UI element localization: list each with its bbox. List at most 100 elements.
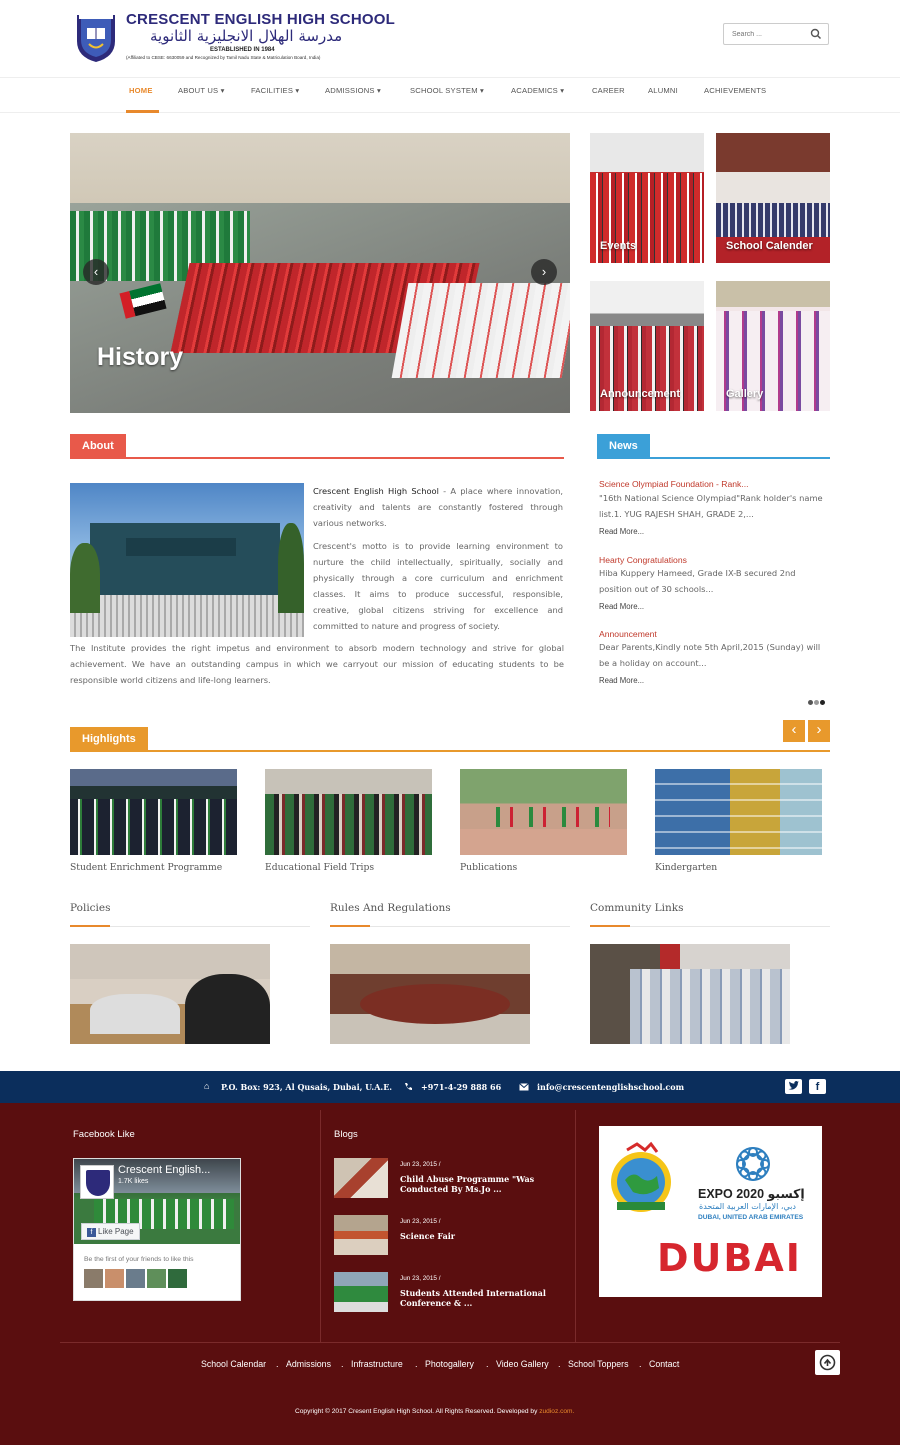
expo-subtitle: DUBAI, UNITED ARAB EMIRATES [698,1214,804,1221]
facebook-page-name[interactable]: Crescent English... [118,1164,210,1176]
footer-hr [60,1342,840,1343]
school-building-photo [70,483,304,637]
friend-avatar [84,1269,103,1288]
policies-title[interactable]: Policies [70,902,111,914]
policies-accent [70,925,110,927]
school-crest-logo[interactable] [73,11,119,63]
news-pager-dot[interactable] [814,700,819,705]
footer-separator: . [486,1359,489,1369]
expo-2020-banner[interactable]: EXPO 2020 إكسبو دبي، الإمارات العربية ال… [599,1126,822,1297]
school-name-english: CRESCENT ENGLISH HIGH SCHOOL [126,11,395,28]
nav-home[interactable]: HOME [129,86,153,95]
facebook-page-widget[interactable]: Crescent English... 1.7K likes f Like Pag… [73,1158,241,1301]
community-links-title[interactable]: Community Links [590,902,684,914]
dubai-wordmark: DUBAI [657,1236,802,1280]
search-icon[interactable] [810,28,822,40]
caret-down-icon: ▾ [477,86,485,95]
footer-link-infrastructure[interactable]: Infrastructure [351,1359,403,1369]
expo-subtitle-ar: دبي، الإمارات العربية المتحدة [699,1202,796,1211]
footer-link-contact[interactable]: Contact [649,1359,679,1369]
slider-prev-arrow[interactable]: ‹ [83,259,109,285]
news-tab: News [597,434,650,459]
highlight-caption[interactable]: Educational Field Trips [265,862,374,873]
read-more-link[interactable]: Read More... [599,527,644,536]
building-facade [90,523,280,603]
highlight-image-enrichment[interactable] [70,769,237,855]
highlight-image-field-trips[interactable] [265,769,432,855]
highlights-next-button[interactable]: › [808,720,830,742]
facebook-like-page-button[interactable]: f Like Page [81,1223,140,1240]
highlights-prev-button[interactable]: ‹ [783,720,805,742]
nav-career[interactable]: CAREER [592,86,625,95]
slider-caption: History [97,343,184,371]
about-intro: Crescent English High School - A place w… [313,483,563,531]
nav-about-us[interactable]: ABOUT US ▾ [178,86,225,95]
blog-thumbnail[interactable] [334,1158,388,1198]
tile-caption: Events [600,240,637,252]
tile-gallery[interactable]: Gallery [716,281,830,411]
blog-title[interactable]: Child Abuse Programme "Was Conducted By … [400,1174,565,1194]
rules-title[interactable]: Rules And Regulations [330,902,451,914]
nav-academics[interactable]: ACADEMICS ▾ [511,86,564,95]
building-fence [70,595,304,637]
arrow-up-circle-icon [819,1354,836,1371]
blog-thumbnail[interactable] [334,1272,388,1312]
blog-thumbnail[interactable] [334,1215,388,1255]
about-divider [70,457,564,459]
friend-avatar [105,1269,124,1288]
highlight-image-kindergarten[interactable] [655,769,822,855]
footer-link-admissions[interactable]: Admissions [286,1359,331,1369]
news-title-1[interactable]: Science Olympiad Foundation - Rank... [599,479,749,489]
nav-facilities[interactable]: FACILITIES ▾ [251,86,299,95]
friend-avatar [147,1269,166,1288]
read-more-link[interactable]: Read More... [599,602,644,611]
footer-link-photogallery[interactable]: Photogallery [425,1359,474,1369]
read-more-link[interactable]: Read More... [599,676,644,685]
news-title-3[interactable]: Announcement [599,629,657,639]
building-tree-left [70,543,100,613]
highlights-tab: Highlights [70,727,148,752]
nav-admissions[interactable]: ADMISSIONS ▾ [325,86,381,95]
footer-link-school-calendar[interactable]: School Calendar [201,1359,266,1369]
community-image[interactable] [590,944,790,1044]
highlight-image-publications[interactable] [460,769,627,855]
highlight-image-detail [70,799,237,855]
highlight-caption[interactable]: Publications [460,862,517,873]
footer-link-video-gallery[interactable]: Video Gallery [496,1359,549,1369]
blog-title[interactable]: Students Attended International Conferen… [400,1288,565,1308]
policies-image-detail [90,994,180,1034]
news-text-3: Dear Parents,Kindly note 5th April,2015 … [599,642,821,668]
tile-announcement[interactable]: Announcement [590,281,704,411]
tile-caption: Gallery [726,388,764,400]
news-pager-dot[interactable] [820,700,825,705]
contact-phone[interactable]: +971-4-29 888 66 [421,1082,501,1092]
twitter-icon[interactable] [785,1079,802,1094]
blog-title[interactable]: Science Fair [400,1231,565,1241]
news-pager-dot[interactable] [808,700,813,705]
caret-down-icon: ▾ [293,86,300,95]
blogs-heading: Blogs [334,1129,358,1140]
hero-slider[interactable]: ‹ › History [70,133,570,413]
tile-school-calender[interactable]: School Calender [716,133,830,263]
scroll-to-top-button[interactable] [815,1350,840,1375]
policies-image[interactable] [70,944,270,1044]
slider-next-arrow[interactable]: › [531,259,557,285]
tile-events[interactable]: Events [590,133,704,263]
nav-achievements[interactable]: ACHIEVEMENTS [704,86,766,95]
facebook-icon[interactable]: f [809,1079,826,1094]
community-accent [590,925,630,927]
news-text-2: Hiba Kuppery Hameed, Grade IX-B secured … [599,568,796,594]
blog-date: Jun 23, 2015 / [400,1161,441,1168]
news-title-2[interactable]: Hearty Congratulations [599,555,687,565]
highlight-caption[interactable]: Kindergarten [655,862,717,873]
footer-link-school-toppers[interactable]: School Toppers [568,1359,628,1369]
nav-school-system[interactable]: SCHOOL SYSTEM ▾ [410,86,484,95]
highlight-caption[interactable]: Student Enrichment Programme [70,862,222,873]
nav-alumni[interactable]: ALUMNI [648,86,678,95]
news-text-1: "16th National Science Olympiad"Rank hol… [599,493,823,519]
contact-email[interactable]: info@crescentenglishschool.com [537,1082,684,1092]
rules-image[interactable] [330,944,530,1044]
developer-link[interactable]: zudioz.com. [539,1408,574,1415]
highlight-image-detail [480,807,610,827]
avatar-crest [86,1170,110,1196]
